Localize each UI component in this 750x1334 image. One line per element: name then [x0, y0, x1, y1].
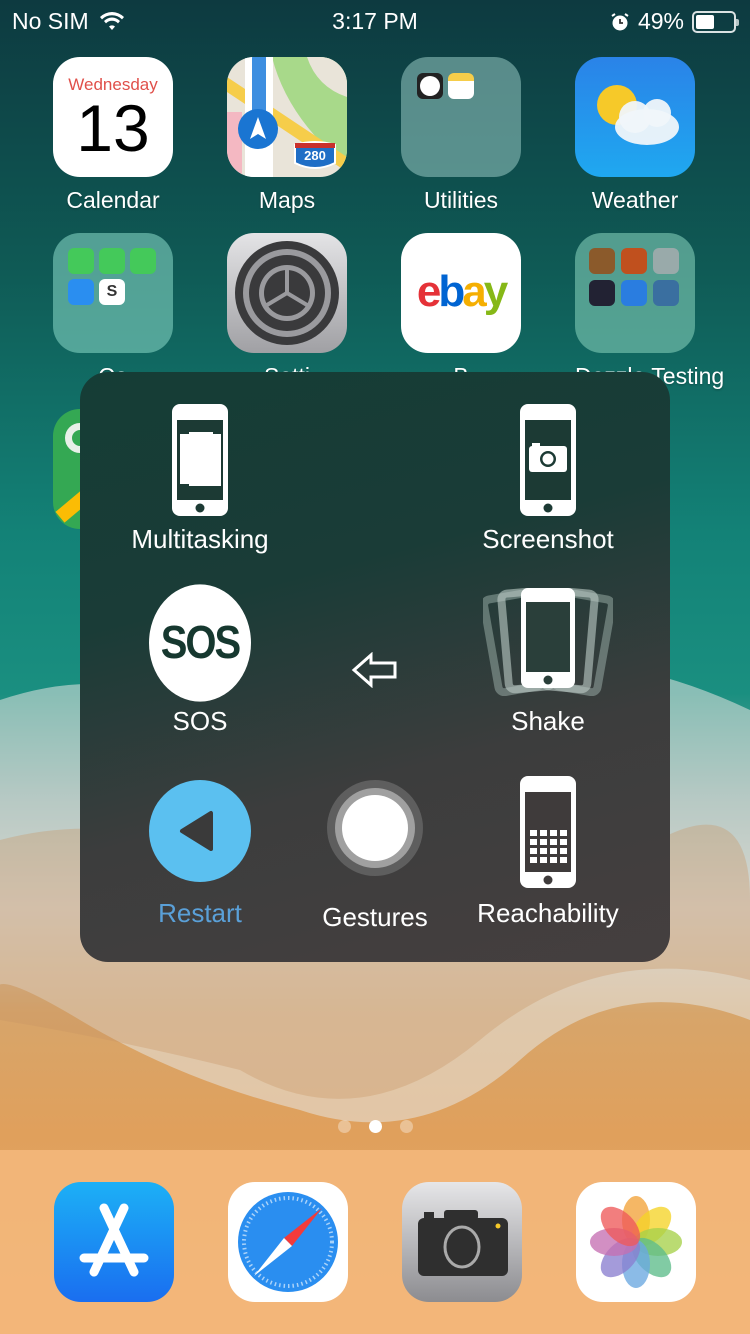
screenshot-icon: [520, 404, 576, 516]
sos-button[interactable]: SOS SOS: [110, 584, 290, 742]
folder-utilities[interactable]: Utilities: [401, 57, 521, 214]
page-indicator[interactable]: [0, 1120, 750, 1133]
app-label: Utilities: [423, 187, 499, 213]
shake-button[interactable]: Shake: [458, 586, 638, 738]
item-label: SOS: [172, 706, 228, 736]
folder-icon: [401, 57, 521, 177]
notes-app-icon: [448, 73, 474, 99]
camera-icon: [402, 1182, 522, 1302]
shake-icon: [480, 586, 616, 697]
screenshot-button[interactable]: Screenshot: [458, 404, 638, 554]
status-bar: No SIM 3:17 PM 49%: [0, 0, 750, 40]
svg-text:280: 280: [304, 148, 326, 163]
back-arrow-icon: [351, 651, 397, 689]
game-app-icon: [653, 280, 679, 306]
dock: [0, 1150, 750, 1334]
dock-app-store[interactable]: [54, 1182, 174, 1302]
dock-camera[interactable]: [402, 1182, 522, 1302]
game-app-icon: [653, 248, 679, 274]
photos-icon: [576, 1182, 696, 1302]
multitasking-icon: [172, 404, 228, 516]
item-label: Restart: [158, 898, 242, 928]
gestures-icon: [327, 780, 423, 876]
messages-app-icon: [99, 248, 125, 274]
page-dot[interactable]: [337, 1120, 351, 1133]
gestures-button[interactable]: Gestures: [285, 780, 465, 932]
game-app-icon: [589, 248, 615, 274]
game-app-icon: [621, 280, 647, 306]
reachability-button[interactable]: Reachability: [458, 776, 638, 928]
item-label: Shake: [511, 706, 585, 736]
safari-icon: [228, 1182, 348, 1302]
folder-icon: [575, 233, 695, 353]
app-store-icon: [54, 1182, 174, 1302]
slack-app-icon: S: [99, 279, 125, 305]
folder-dazzle-testing[interactable]: Dazzle Testing: [575, 233, 724, 390]
page-dot[interactable]: [368, 1120, 382, 1133]
item-label: Gestures: [322, 902, 428, 932]
app-settings[interactable]: Setti: [227, 233, 347, 390]
alarm-icon: [611, 12, 629, 30]
ebay-icon: ebay: [401, 233, 521, 353]
maps-icon: 280: [227, 57, 347, 177]
dock-photos[interactable]: [576, 1182, 696, 1302]
battery-icon: [692, 10, 739, 33]
clock-app-icon: [417, 73, 443, 99]
item-label: Reachability: [477, 898, 619, 928]
settings-icon: [227, 233, 347, 353]
calendar-date: 13: [76, 91, 150, 165]
app-label: Maps: [258, 187, 316, 213]
calendar-icon: Wednesday 13: [53, 57, 173, 177]
game-app-icon: [589, 280, 615, 306]
item-label: Screenshot: [482, 524, 614, 554]
item-label: Multitasking: [131, 524, 269, 554]
battery-percent: 49%: [637, 8, 684, 34]
app-maps[interactable]: 280 Maps: [227, 57, 347, 214]
reachability-icon: [520, 776, 576, 888]
mail-app-icon: [68, 279, 94, 305]
sos-icon: SOS: [149, 584, 251, 702]
facetime-app-icon: [130, 248, 156, 274]
app-calendar[interactable]: Wednesday 13 Calendar: [53, 57, 173, 214]
app-ebay[interactable]: ebay B: [401, 233, 521, 390]
dock-safari[interactable]: [228, 1182, 348, 1302]
back-button[interactable]: [285, 651, 465, 712]
assistive-touch-menu: Multitasking Screenshot SOS SOS Shake Re…: [80, 372, 670, 962]
restart-button[interactable]: Restart: [110, 780, 290, 930]
restart-icon: [149, 780, 251, 882]
phone-app-icon: [68, 248, 94, 274]
weather-icon: [575, 57, 695, 177]
game-app-icon: [621, 248, 647, 274]
multitasking-button[interactable]: Multitasking: [110, 404, 290, 554]
page-dot[interactable]: [399, 1120, 413, 1133]
folder-icon: S: [53, 233, 173, 353]
app-label: Calendar: [66, 187, 160, 213]
app-label: Weather: [591, 187, 679, 213]
app-weather[interactable]: Weather: [575, 57, 695, 214]
folder-communication[interactable]: S Co: [53, 233, 173, 390]
